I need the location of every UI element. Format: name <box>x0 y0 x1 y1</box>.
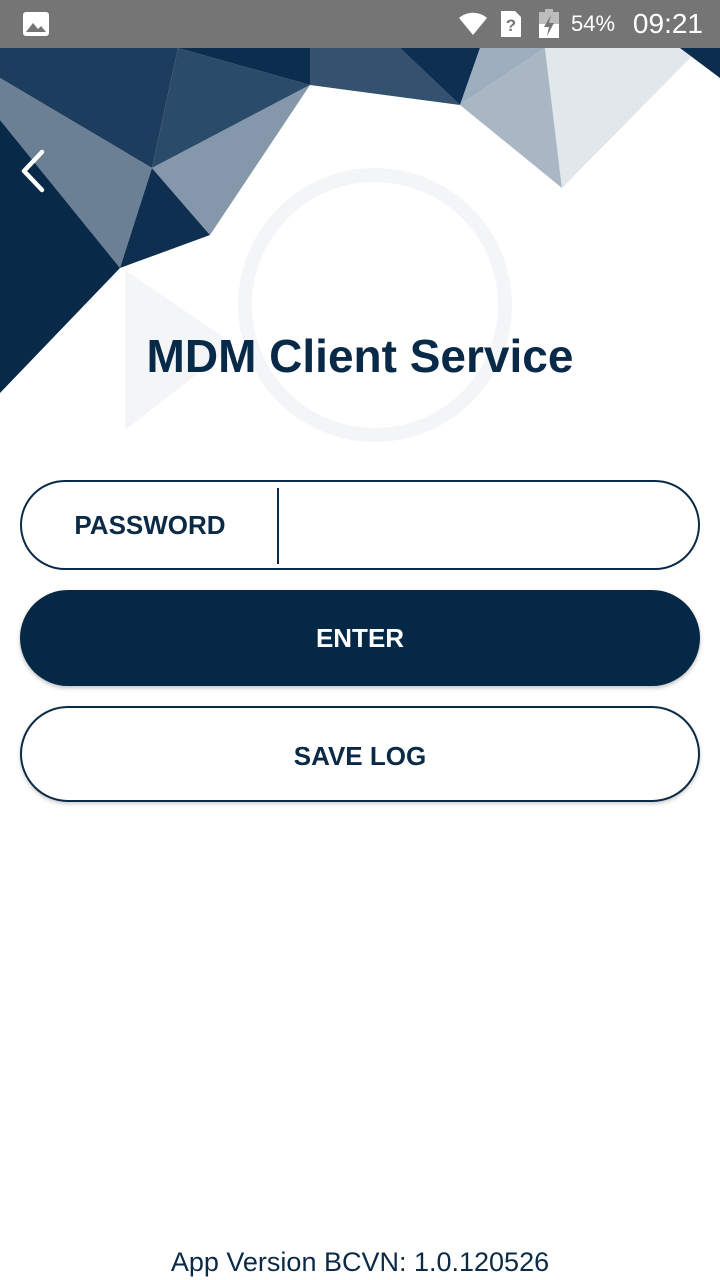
battery-percent: 54% <box>571 11 616 36</box>
status-bar: ? 54% 09:21 <box>0 0 720 48</box>
login-screen: ? 54% 09:21 MDM Client Service PASSWORD … <box>0 0 720 1280</box>
password-divider <box>277 488 279 564</box>
save-log-button[interactable]: SAVE LOG <box>20 706 700 802</box>
enter-button[interactable]: ENTER <box>20 590 700 686</box>
password-input[interactable] <box>290 490 684 562</box>
page-title: MDM Client Service <box>146 330 574 382</box>
status-clock: 09:21 <box>632 8 703 39</box>
sim-unknown-icon: ? <box>501 11 521 37</box>
chevron-left-icon <box>21 149 45 193</box>
header-polygon-art <box>0 48 720 442</box>
battery-charging-icon <box>539 9 559 38</box>
password-label: PASSWORD <box>74 510 226 540</box>
back-button[interactable] <box>10 144 58 198</box>
svg-text:?: ? <box>506 16 516 35</box>
app-version: App Version BCVN: 1.0.120526 <box>170 1247 550 1277</box>
gallery-icon <box>23 12 49 36</box>
password-field[interactable]: PASSWORD <box>20 480 700 570</box>
wifi-icon <box>459 12 487 35</box>
